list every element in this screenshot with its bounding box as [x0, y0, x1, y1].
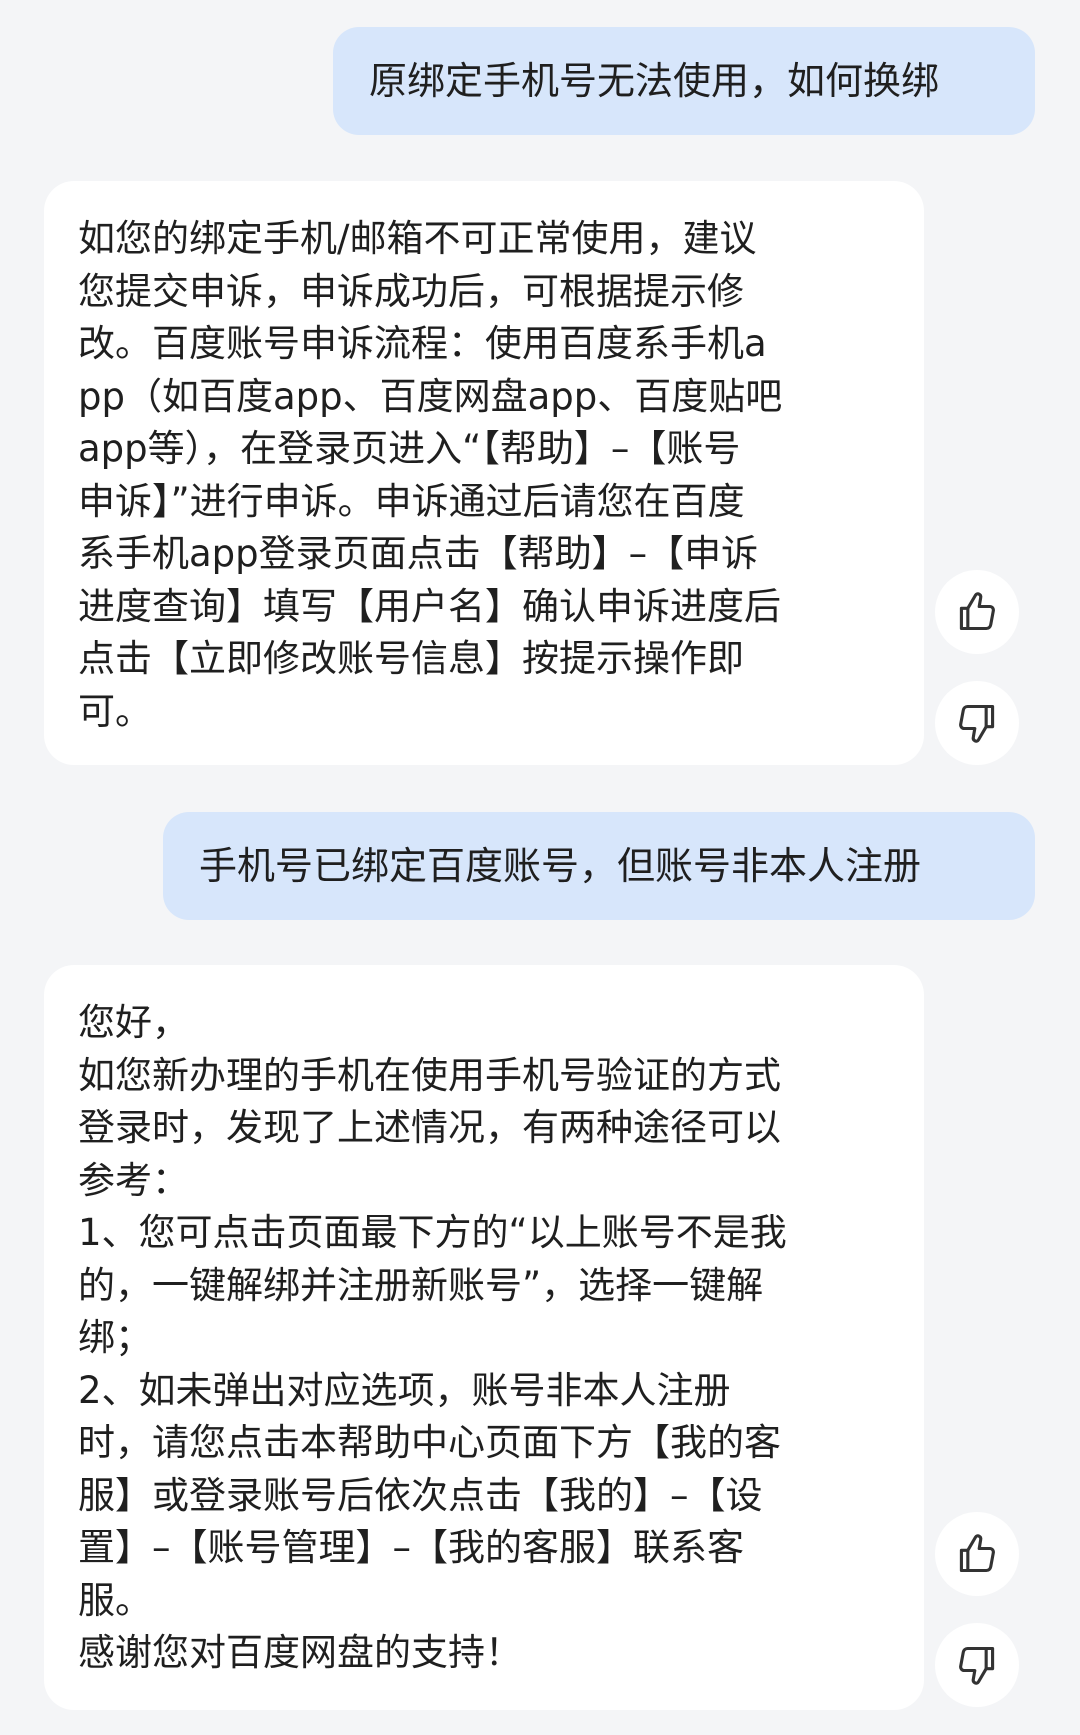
assistant-message-bubble: 如您的绑定手机/邮箱不可正常使用，建议 您提交申诉，申诉成功后，可根据提示修 改… [44, 181, 924, 765]
user-message-text: 原绑定手机号无法使用，如何换绑 [369, 59, 940, 103]
assistant-message-line: 绑； [78, 1316, 152, 1359]
assistant-message-line: pp（如百度app、百度网盘app、百度贴吧 [78, 374, 783, 418]
assistant-message-line: 感谢您对百度网盘的支持！ [78, 1631, 522, 1674]
assistant-message-line: 如您的绑定手机/邮箱不可正常使用，建议 [78, 217, 757, 260]
assistant-message-line: 1、您可点击页面最下方的“以上账号不是我 [78, 1211, 787, 1254]
thumbs-up-icon [959, 592, 995, 631]
assistant-message-line: 您提交申诉，申诉成功后，可根据提示修 [78, 269, 744, 313]
assistant-message-line: 系手机app登录页面点击【帮助】–【申诉 [78, 532, 759, 575]
like-button[interactable] [935, 570, 1019, 654]
assistant-message-line: 登录时，发现了上述情况，有两种途径可以 [78, 1106, 781, 1149]
assistant-message-line: 时，请您点击本帮助中心页面下方【我的客 [78, 1421, 781, 1464]
assistant-message-line: 参考： [78, 1158, 189, 1202]
assistant-message-line: 您好， [78, 1001, 189, 1044]
assistant-message-line: 申诉】”进行申诉。申诉通过后请您在百度 [78, 479, 745, 523]
assistant-message-line: 服。 [78, 1578, 152, 1622]
thumbs-down-icon [959, 1646, 995, 1685]
assistant-message-line: 如您新办理的手机在使用手机号验证的方式 [78, 1053, 781, 1097]
assistant-message-bubble: 您好， 如您新办理的手机在使用手机号验证的方式 登录时，发现了上述情况，有两种途… [44, 965, 924, 1710]
dislike-button[interactable] [935, 681, 1019, 765]
thumbs-down-icon [959, 704, 995, 743]
assistant-message-line: 服】或登录账号后依次点击【我的】–【设 [78, 1473, 763, 1517]
assistant-message-line: 可。 [78, 689, 152, 733]
dislike-button[interactable] [935, 1623, 1019, 1707]
assistant-message-line: 的，一键解绑并注册新账号”，选择一键解 [78, 1263, 764, 1307]
user-message-bubble: 原绑定手机号无法使用，如何换绑 [333, 27, 1035, 135]
thumbs-up-icon [959, 1534, 995, 1573]
assistant-message-line: 置】–【账号管理】–【我的客服】联系客 [78, 1526, 744, 1569]
chat-thread: 原绑定手机号无法使用，如何换绑 如您的绑定手机/邮箱不可正常使用，建议 您提交申… [0, 0, 1080, 1735]
user-message-text: 手机号已绑定百度账号，但账号非本人注册 [199, 844, 922, 888]
assistant-message-line: app等），在登录页进入“【帮助】–【账号 [78, 427, 741, 470]
like-button[interactable] [935, 1512, 1019, 1596]
assistant-message-line: 进度查询】填写【用户名】确认申诉进度后 [78, 584, 781, 628]
assistant-message-line: 改。百度账号申诉流程：使用百度系手机a [78, 322, 767, 365]
user-message-bubble: 手机号已绑定百度账号，但账号非本人注册 [163, 812, 1035, 920]
assistant-message-line: 点击【立即修改账号信息】按提示操作即 [78, 637, 744, 680]
assistant-message-line: 2、如未弹出对应选项，账号非本人注册 [78, 1368, 731, 1412]
